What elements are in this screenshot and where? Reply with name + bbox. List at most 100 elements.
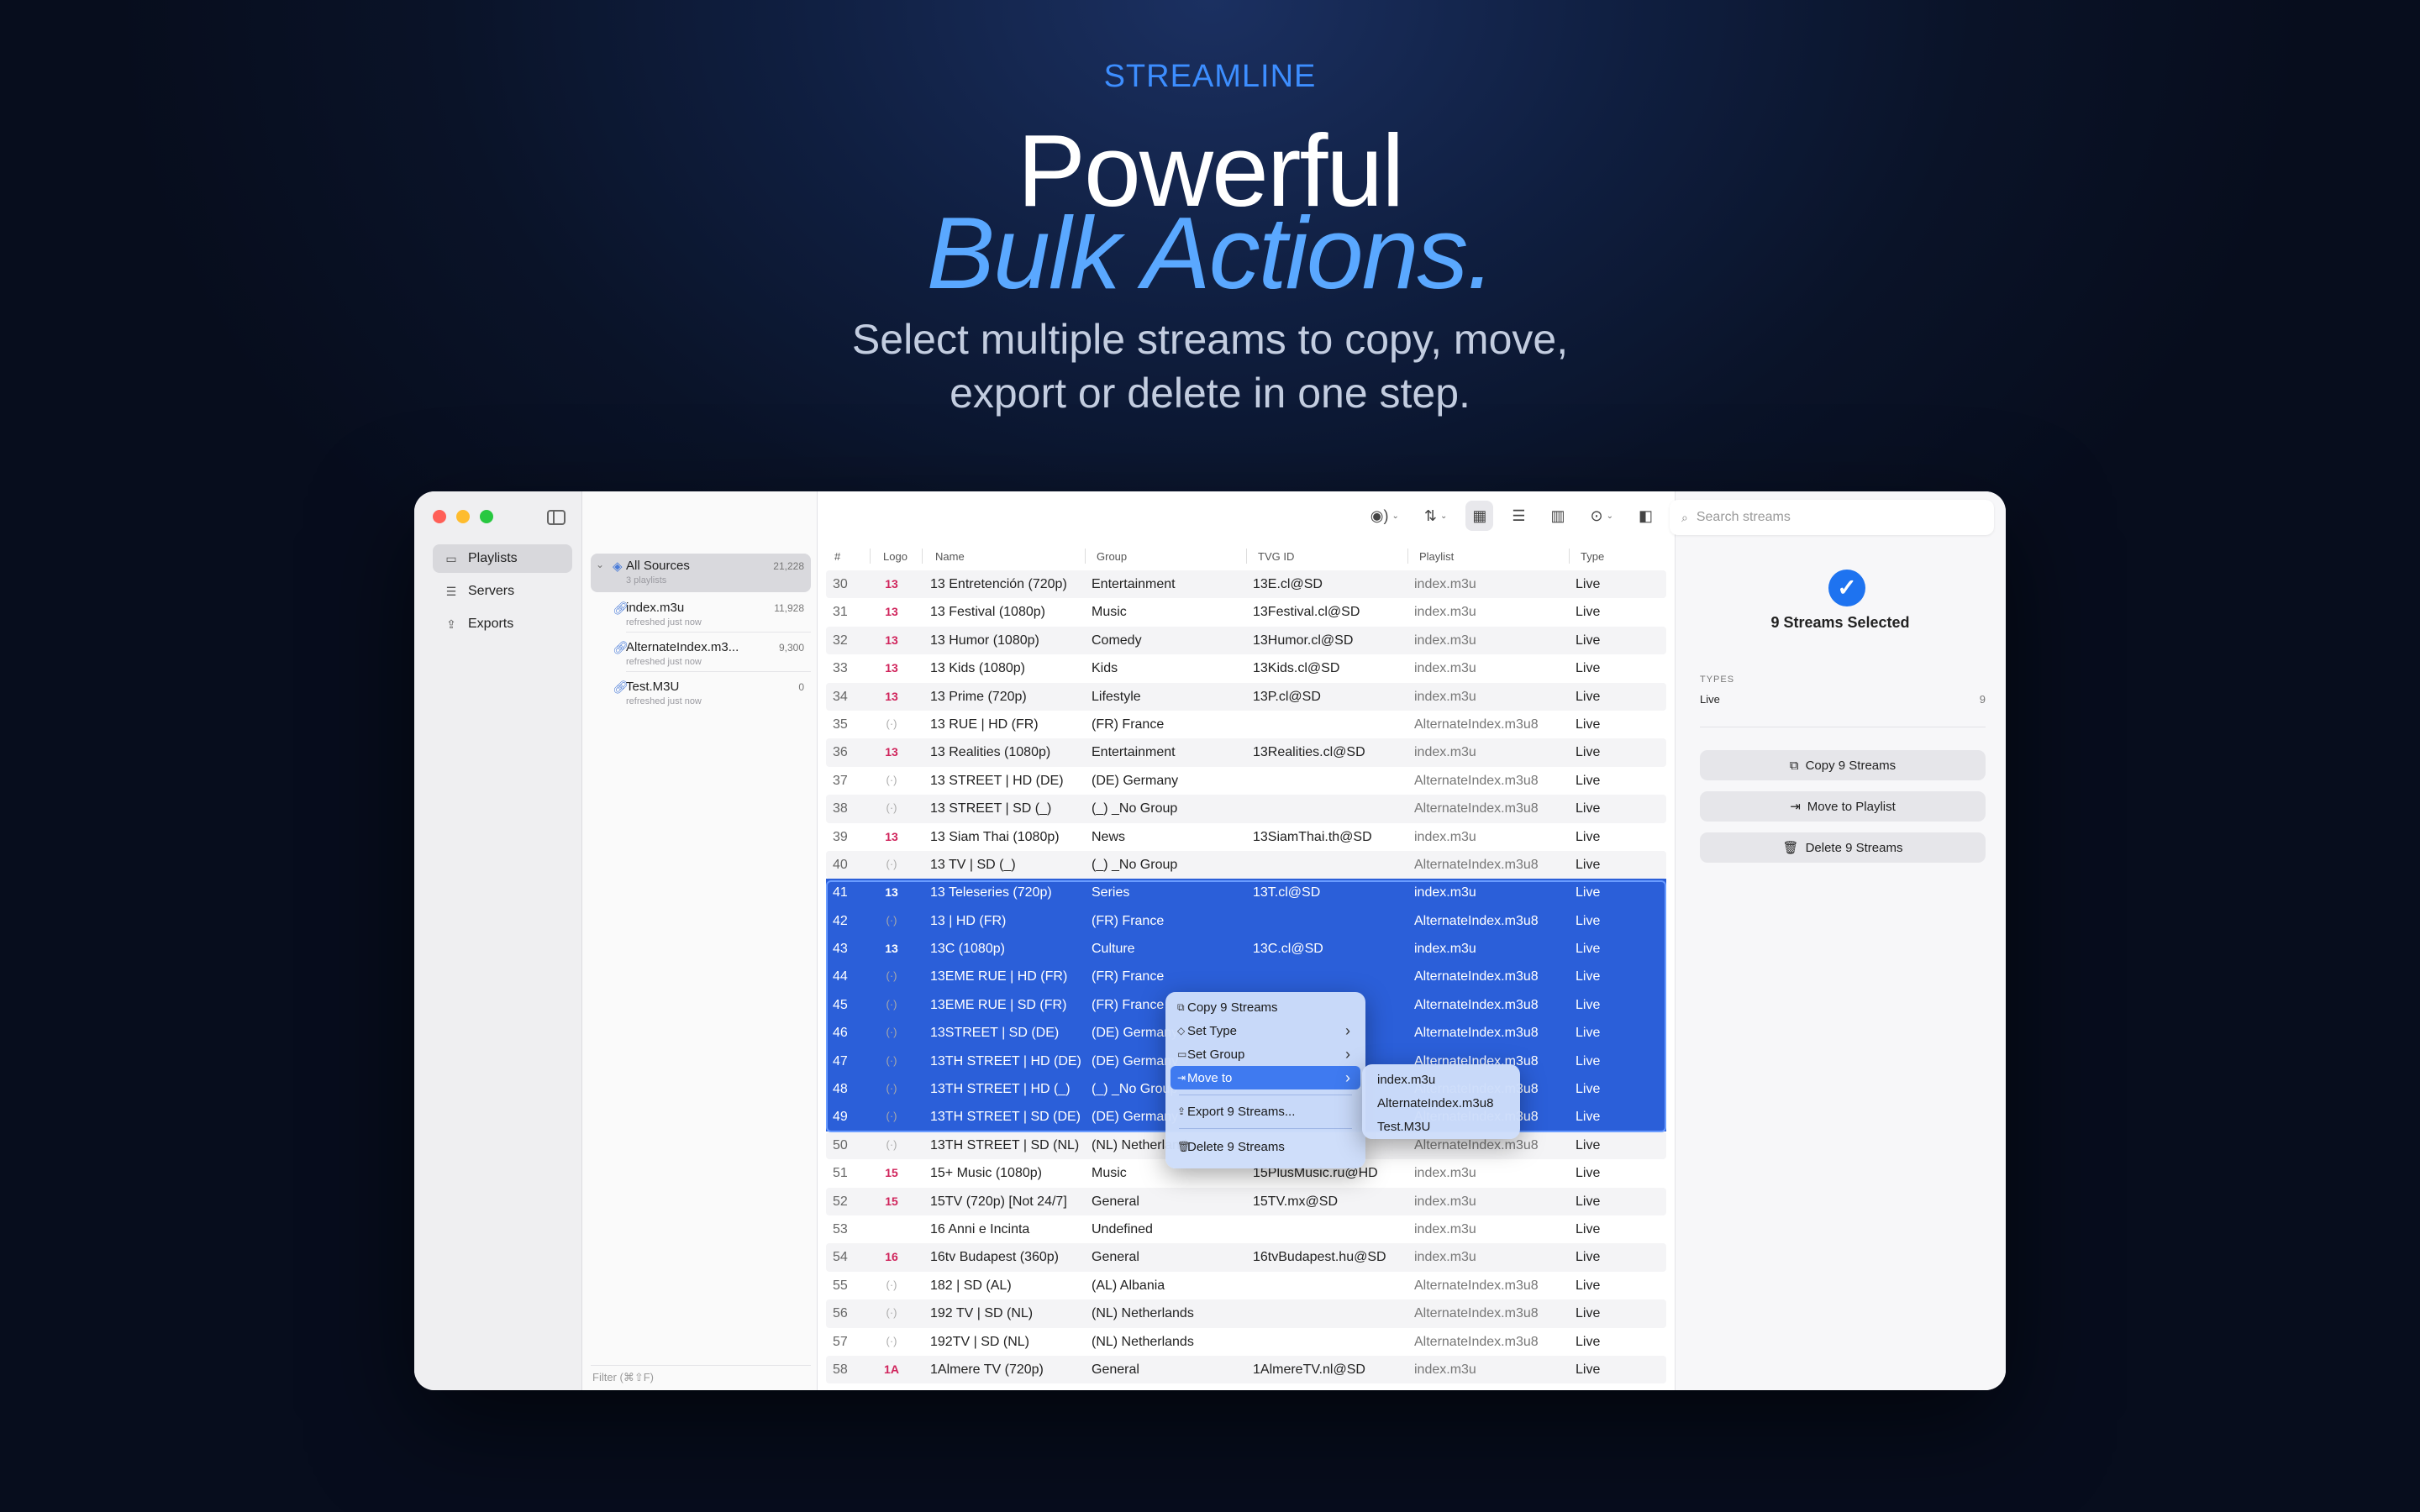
- table-row[interactable]: 55 (·) 182 | SD (AL) (AL) Albania AlternateI…: [826, 1272, 1666, 1299]
- channel-logo: 13: [885, 745, 898, 759]
- col-header-tvg[interactable]: TVG ID: [1258, 550, 1294, 563]
- source-test-m3u[interactable]: 🔗︎ Test.M3U 0 refreshed just now: [591, 675, 811, 711]
- menu-divider: [1179, 1128, 1352, 1129]
- zoom-button[interactable]: [480, 510, 493, 523]
- submenu-item-test-m3u[interactable]: Test.M3U: [1377, 1120, 1430, 1134]
- table-row[interactable]: 56 (·) 192 TV | SD (NL) (NL) Netherlands Alt…: [826, 1299, 1666, 1328]
- table-row[interactable]: 44 (·) 13EME RUE | HD (FR) (FR) France Alter…: [826, 963, 1666, 991]
- col-header-group[interactable]: Group: [1097, 550, 1127, 563]
- close-button[interactable]: [433, 510, 446, 523]
- menu-label: Copy 9 Streams: [1187, 1000, 1278, 1015]
- table-row[interactable]: 57 (·) 192TV | SD (NL) (NL) Netherlands Alte…: [826, 1328, 1666, 1356]
- submenu-item-index-m3u[interactable]: index.m3u: [1377, 1073, 1435, 1087]
- col-header-logo[interactable]: Logo: [883, 550, 908, 563]
- search-icon: ⌕: [1681, 510, 1688, 524]
- folder-icon: ▭: [1177, 1048, 1187, 1060]
- col-header-playlist[interactable]: Playlist: [1419, 550, 1454, 563]
- stream-name: 13 | HD (FR): [930, 913, 1007, 928]
- table-row[interactable]: 36 13 13 Realities (1080p) Entertainment 13R…: [826, 738, 1666, 767]
- table-row[interactable]: 58 1A 1Almere TV (720p) General 1AlmereTV.nl…: [826, 1355, 1666, 1384]
- sidebar-toggle-icon[interactable]: [547, 510, 566, 525]
- table-row[interactable]: 40 (·) 13 TV | SD (_) (_) _No Group Alternat…: [826, 850, 1666, 879]
- menu-item-set-type[interactable]: ◇ Set Type ›: [1171, 1019, 1360, 1042]
- more-menu[interactable]: ⊙ ⌄: [1584, 501, 1620, 531]
- source-count: 9,300: [778, 642, 804, 654]
- chevron-down-icon[interactable]: ⌄: [596, 559, 604, 570]
- list-view-button[interactable]: ☰: [1505, 501, 1532, 531]
- stream-tvg-id: 1AlmereTV.nl@SD: [1253, 1362, 1365, 1377]
- headline-emphasis: Bulk Actions: [926, 196, 1469, 310]
- table-row[interactable]: 54 16 16tv Budapest (360p) General 16tvBudap…: [826, 1243, 1666, 1272]
- stream-name: 15+ Music (1080p): [930, 1166, 1042, 1181]
- inspector-toggle-button[interactable]: ◧: [1632, 501, 1660, 531]
- table-row[interactable]: 38 (·) 13 STREET | SD (_) (_) _No Group Alte…: [826, 795, 1666, 823]
- table-row[interactable]: 35 (·) 13 RUE | HD (FR) (FR) France Alternat…: [826, 711, 1666, 738]
- table-row[interactable]: 37 (·) 13 STREET | HD (DE) (DE) Germany Alte…: [826, 767, 1666, 795]
- stream-name: 13 STREET | HD (DE): [930, 773, 1064, 788]
- table-row[interactable]: 30 13 13 Entretención (720p) Entertainment 1…: [826, 570, 1666, 599]
- stream-name: 192TV | SD (NL): [930, 1334, 1029, 1349]
- stream-name: 13 STREET | SD (_): [930, 801, 1052, 816]
- table-row[interactable]: 43 13 13C (1080p) Culture 13C.cl@SD index.m3u…: [826, 935, 1666, 963]
- minimize-button[interactable]: [456, 510, 470, 523]
- sidebar: ▭ Playlists ☰ Servers ⇪ Exports: [414, 491, 582, 1390]
- ellipsis-circle-icon: ⊙: [1590, 507, 1603, 524]
- col-header-type[interactable]: Type: [1581, 550, 1604, 563]
- source-alternateindex[interactable]: 🔗︎ AlternateIndex.m3... 9,300 refreshed …: [591, 635, 811, 672]
- submenu-item-alternateindex[interactable]: AlternateIndex.m3u8: [1377, 1096, 1493, 1110]
- row-number: 31: [833, 605, 848, 620]
- stream-playlist: AlternateIndex.m3u8: [1414, 997, 1539, 1012]
- filter-field[interactable]: Filter (⌘⇧F): [591, 1365, 811, 1385]
- table-row[interactable]: 41 13 13 Teleseries (720p) Series 13T.cl@SD i…: [826, 879, 1666, 907]
- stream-name: 13EME RUE | HD (FR): [930, 969, 1068, 984]
- sidebar-item-exports[interactable]: ⇪ Exports: [433, 610, 572, 638]
- table-row[interactable]: 33 13 13 Kids (1080p) Kids 13Kids.cl@SD index…: [826, 654, 1666, 682]
- headline-line-2: Bulk Actions.: [0, 198, 2420, 307]
- table-row[interactable]: 31 13 13 Festival (1080p) Music 13Festival.c…: [826, 598, 1666, 626]
- search-input[interactable]: ⌕ Search streams: [1670, 500, 1994, 535]
- sort-menu[interactable]: ⇅ ⌄: [1418, 501, 1454, 531]
- menu-item-copy[interactable]: ⧉ Copy 9 Streams: [1171, 995, 1360, 1019]
- stream-name: 13 Realities (1080p): [930, 745, 1051, 760]
- stream-type-menu[interactable]: ◉) ⌄: [1364, 501, 1406, 531]
- move-to-playlist-button[interactable]: ⇥ Move to Playlist: [1700, 791, 1986, 822]
- copy-icon: ⧉: [1177, 1000, 1185, 1013]
- stream-name: 13STREET | SD (DE): [930, 1026, 1060, 1041]
- table-row[interactable]: 42 (·) 13 | HD (FR) (FR) France AlternateInd…: [826, 906, 1666, 936]
- stream-type: Live: [1576, 1250, 1601, 1265]
- col-header-name[interactable]: Name: [935, 550, 965, 563]
- menu-item-set-group[interactable]: ▭ Set Group ›: [1171, 1042, 1360, 1066]
- menu-item-delete[interactable]: 🗑︎ Delete 9 Streams: [1171, 1135, 1360, 1158]
- table-row[interactable]: 39 13 13 Siam Thai (1080p) News 13SiamThai.t…: [826, 823, 1666, 851]
- stream-type: Live: [1576, 1362, 1601, 1377]
- stream-name: 192 TV | SD (NL): [930, 1306, 1034, 1321]
- source-all[interactable]: ⌄ ◈ All Sources 21,228 3 playlists: [591, 554, 811, 592]
- source-index-m3u[interactable]: 🔗︎ index.m3u 11,928 refreshed just now: [591, 596, 811, 633]
- channel-logo: (·): [886, 1026, 897, 1039]
- delete-streams-button[interactable]: 🗑︎ Delete 9 Streams: [1700, 832, 1986, 863]
- layers-icon: ◈: [613, 559, 623, 574]
- menu-item-move-to[interactable]: ⇥ Move to ›: [1171, 1066, 1360, 1089]
- table-row[interactable]: 52 15 15TV (720p) [Not 24/7] General 15TV.mx…: [826, 1187, 1666, 1215]
- stream-tvg-id: 13Realities.cl@SD: [1253, 745, 1365, 760]
- table-row[interactable]: 34 13 13 Prime (720p) Lifestyle 13P.cl@SD ind…: [826, 682, 1666, 711]
- inspector-icon: ◧: [1638, 507, 1653, 524]
- sidebar-item-servers[interactable]: ☰ Servers: [433, 577, 572, 606]
- stream-playlist: AlternateIndex.m3u8: [1414, 1334, 1539, 1349]
- col-header-num[interactable]: #: [834, 550, 840, 563]
- stream-type: Live: [1576, 661, 1601, 676]
- copy-streams-button[interactable]: ⧉ Copy 9 Streams: [1700, 750, 1986, 780]
- stream-type: Live: [1576, 913, 1601, 928]
- table-row[interactable]: 32 13 13 Humor (1080p) Comedy 13Humor.cl@SD i…: [826, 626, 1666, 655]
- stream-group: Entertainment: [1092, 577, 1176, 591]
- stream-tvg-id: 16tvBudapest.hu@SD: [1253, 1250, 1386, 1265]
- subtitle-line-1: Select multiple streams to copy, move,: [851, 316, 1569, 363]
- stream-tvg-id: 13SiamThai.th@SD: [1253, 829, 1372, 844]
- columns-view-button[interactable]: ▥: [1544, 501, 1571, 531]
- stream-tvg-id: 13Humor.cl@SD: [1253, 633, 1354, 648]
- table-view-button[interactable]: ▦: [1465, 501, 1494, 531]
- sidebar-item-playlists[interactable]: ▭ Playlists: [433, 544, 572, 573]
- menu-item-export[interactable]: ⇪ Export 9 Streams...: [1171, 1100, 1360, 1123]
- table-row[interactable]: 53 16 Anni e Incinta Undefined index.m3u Liv…: [826, 1215, 1666, 1243]
- row-number: 46: [833, 1026, 848, 1041]
